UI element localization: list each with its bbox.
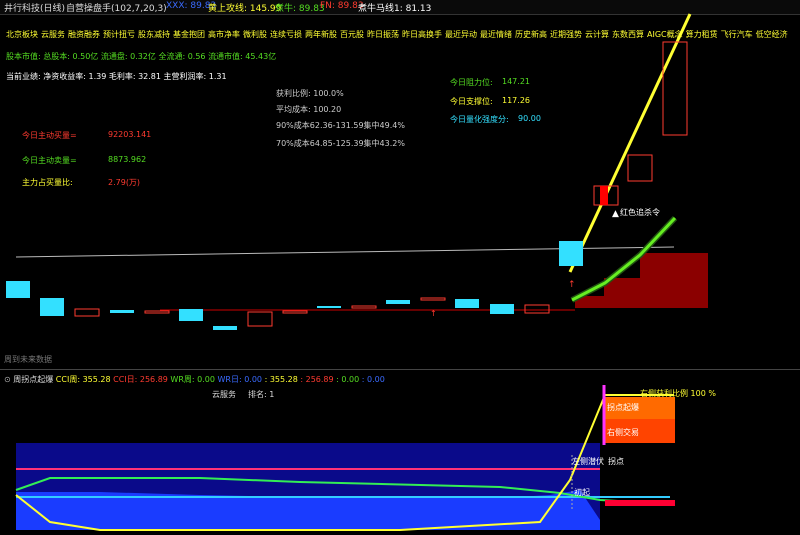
left-ambush-label: 左侧潜伏 — [572, 457, 604, 466]
svg-text:↑: ↑ — [568, 280, 576, 290]
inflection-label: 拐点起爆 — [607, 403, 639, 412]
candle[interactable] — [420, 297, 446, 301]
wr-day: WR日: 0.00 — [217, 375, 263, 384]
candle[interactable] — [455, 299, 479, 308]
v3: : 0.00 — [336, 375, 360, 384]
v4: : 0.00 — [361, 375, 385, 384]
sub-title[interactable]: 周拐点起爆 — [13, 375, 53, 384]
candle[interactable] — [6, 281, 30, 298]
cci-day: CCI日: 256.89 — [113, 375, 168, 384]
candle[interactable] — [317, 306, 341, 308]
candle[interactable] — [351, 305, 377, 309]
red-kill-label: 红色追杀令 — [620, 208, 660, 217]
candle[interactable] — [559, 241, 583, 266]
candle[interactable] — [282, 310, 308, 314]
svg-text:▲: ▲ — [612, 209, 619, 219]
candle[interactable] — [213, 326, 237, 330]
wr-week: WR周: 0.00 — [170, 375, 215, 384]
candle[interactable] — [662, 41, 688, 136]
right-profit-ratio: 右侧获利比例 100 % — [640, 389, 716, 398]
cci-week: CCI周: 355.28 — [55, 375, 111, 384]
candle[interactable] — [144, 310, 170, 314]
candle[interactable] — [110, 310, 134, 313]
panel-divider — [0, 369, 800, 370]
candle[interactable] — [247, 311, 273, 327]
candle[interactable] — [490, 304, 514, 314]
main-kline-chart[interactable]: ↑ ↑ ▲ — [0, 0, 800, 370]
rank-label: 排名: 1 — [248, 390, 275, 399]
svg-text:↑: ↑ — [430, 309, 437, 318]
candle[interactable] — [40, 298, 64, 316]
candle[interactable] — [179, 309, 203, 321]
right-trade-label: 右侧交易 — [607, 428, 639, 437]
candle-fill — [600, 186, 608, 205]
inflection2-label: 拐点 — [608, 457, 624, 466]
candle[interactable] — [524, 304, 550, 314]
collapse-icon[interactable]: ⊙ — [4, 375, 11, 384]
start-label: 初起 — [574, 488, 590, 497]
candle[interactable] — [74, 308, 100, 317]
candle[interactable] — [627, 154, 653, 182]
candle[interactable] — [386, 300, 410, 304]
v2: : 256.89 — [300, 375, 334, 384]
sub-header: ⊙ 周拐点起爆 CCI周: 355.28 CCI日: 256.89 WR周: 0… — [4, 374, 385, 385]
future-data-label: 周到未来数据 — [4, 355, 52, 364]
v1: : 355.28 — [264, 375, 298, 384]
cloud-label: 云服务 — [212, 390, 236, 399]
